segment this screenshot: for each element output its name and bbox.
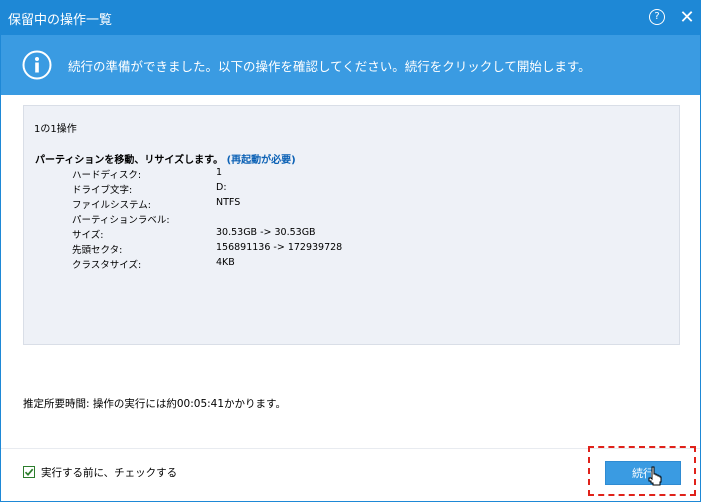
detail-label: クラスタサイズ: — [72, 260, 142, 271]
info-icon — [22, 50, 52, 80]
checkmark-icon — [24, 468, 34, 476]
info-banner: 続行の準備ができました。以下の操作を確認してください。続行をクリックして開始しま… — [1, 35, 700, 95]
close-icon: ✕ — [679, 6, 695, 28]
operation-count: 1の1操作 — [34, 124, 77, 135]
mouse-cursor-icon — [648, 466, 662, 486]
window-title: 保留中の操作一覧 — [8, 13, 113, 28]
detail-label: 先頭セクタ: — [72, 245, 123, 256]
restart-required-note: (再起動が必要) — [226, 155, 296, 166]
dialog-footer: 実行する前に、チェックする 続行 — [1, 446, 700, 501]
detail-label: パーティションラベル: — [72, 215, 170, 226]
detail-value: D: — [216, 182, 227, 193]
pending-operations-dialog: 保留中の操作一覧 ? ✕ 続行の準備ができました。以下の操作を確認してください。… — [0, 0, 701, 502]
estimated-time: 推定所要時間: 操作の実行には約00:05:41かかります。 — [23, 398, 286, 410]
verify-before-run-label[interactable]: 実行する前に、チェックする — [41, 465, 177, 480]
verify-before-run-checkbox[interactable] — [23, 466, 35, 478]
detail-value: 4KB — [216, 257, 235, 268]
detail-label: ドライブ文字: — [72, 185, 133, 196]
help-icon: ? — [649, 9, 665, 25]
detail-value: 156891136 -> 172939728 — [216, 242, 343, 253]
detail-label: サイズ: — [72, 230, 104, 241]
help-button[interactable]: ? — [647, 7, 667, 27]
banner-message: 続行の準備ができました。以下の操作を確認してください。続行をクリックして開始しま… — [68, 59, 591, 74]
detail-label: ファイルシステム: — [72, 200, 151, 211]
title-bar: 保留中の操作一覧 ? ✕ — [1, 1, 700, 35]
operation-title: パーティションを移動、リサイズします。 (再起動が必要) — [35, 151, 296, 166]
operations-panel: 1の1操作 パーティションを移動、リサイズします。 (再起動が必要) ハードディ… — [23, 105, 680, 345]
detail-label: ハードディスク: — [72, 170, 142, 181]
detail-value: 30.53GB -> 30.53GB — [216, 227, 316, 238]
detail-value: 1 — [216, 167, 223, 178]
operation-title-main: パーティションを移動、リサイズします。 — [35, 155, 224, 166]
continue-button[interactable]: 続行 — [605, 461, 681, 485]
detail-value: NTFS — [216, 197, 241, 208]
close-button[interactable]: ✕ — [677, 6, 697, 28]
